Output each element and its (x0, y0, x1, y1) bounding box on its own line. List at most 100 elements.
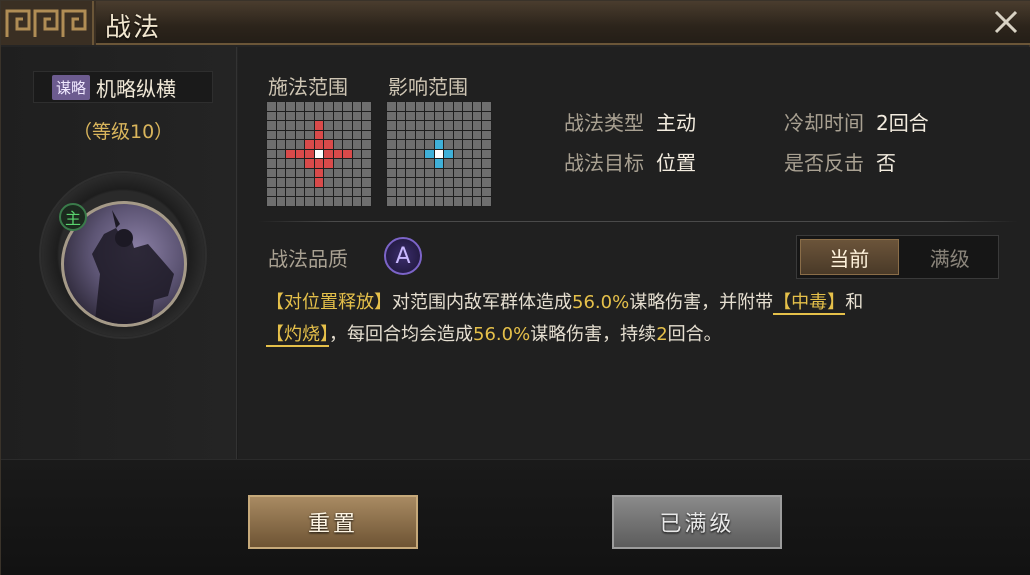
grid-cell (444, 121, 453, 130)
grid-cell (352, 159, 362, 168)
maxed-button[interactable]: 已满级 (612, 495, 782, 549)
reset-button[interactable]: 重置 (248, 495, 418, 549)
grid-cell (387, 168, 396, 178)
grid-cell (406, 140, 415, 149)
grid-cell (472, 197, 482, 206)
grid-cell (463, 187, 472, 197)
grid-cell (295, 102, 305, 111)
grid-cell (362, 178, 371, 187)
grid-cell (434, 140, 444, 149)
grid-cell (444, 159, 453, 168)
grid-cell (406, 102, 415, 111)
grid-cell (286, 197, 295, 206)
grid-cell (324, 111, 333, 121)
grid-cell (406, 168, 415, 178)
grid-cell (444, 197, 453, 206)
window-title: 战法 (105, 13, 162, 43)
cast-range-grid (266, 101, 372, 207)
grid-cell (425, 140, 434, 149)
status-link-burn[interactable]: 【灼烧】 (266, 324, 329, 347)
grid-cell (415, 197, 425, 206)
grid-cell (305, 140, 314, 149)
grid-cell (286, 111, 295, 121)
grid-cell (276, 140, 286, 149)
grid-cell (286, 187, 295, 197)
grid-cell (276, 187, 286, 197)
grid-cell (267, 102, 276, 111)
grid-cell (286, 159, 295, 168)
grid-cell (295, 178, 305, 187)
grid-cell (333, 168, 343, 178)
grid-cell (472, 159, 482, 168)
skill-target-value: 位置 (656, 151, 696, 175)
grid-cell (305, 121, 314, 130)
grid-cell (343, 178, 352, 187)
grid-cell (295, 140, 305, 149)
grid-cell (482, 159, 491, 168)
grid-cell (387, 178, 396, 187)
grid-cell (444, 187, 453, 197)
grid-cell (406, 121, 415, 130)
grid-cell (434, 121, 444, 130)
desc-damage-rate: 56.0% (473, 324, 531, 345)
grid-cell (444, 102, 453, 111)
grid-cell (305, 178, 314, 187)
status-link-poison[interactable]: 【中毒】 (773, 292, 846, 315)
desc-text: 谋略伤害，并附带 (629, 292, 774, 313)
grid-cell (314, 159, 324, 168)
toggle-current[interactable]: 当前 (800, 239, 899, 275)
grid-cell (362, 149, 371, 159)
grid-cell (463, 102, 472, 111)
desc-text: ，每回合均会造成 (329, 324, 473, 345)
grid-cell (387, 140, 396, 149)
grid-cell (453, 140, 463, 149)
skill-type-row: 战法类型 主动 (564, 107, 696, 136)
skill-type-value: 主动 (656, 111, 696, 135)
grid-cell (453, 130, 463, 140)
grid-cell (324, 187, 333, 197)
grid-cell (295, 149, 305, 159)
grid-cell (425, 197, 434, 206)
desc-text: 对范围内敌军群体造成 (392, 292, 572, 313)
skill-level: （等级10） (73, 121, 174, 143)
grid-cell (453, 149, 463, 159)
grid-cell (343, 130, 352, 140)
grid-cell (276, 178, 286, 187)
grid-cell (463, 197, 472, 206)
close-icon[interactable] (991, 7, 1021, 37)
grid-cell (267, 121, 276, 130)
grid-cell (472, 178, 482, 187)
grid-cell (463, 140, 472, 149)
grid-cell (472, 111, 482, 121)
grid-cell (343, 102, 352, 111)
grid-cell (453, 121, 463, 130)
grid-cell (396, 168, 406, 178)
skill-type-tag: 谋略 (52, 74, 91, 100)
grid-cell (396, 130, 406, 140)
grid-cell (343, 111, 352, 121)
grid-cell (453, 111, 463, 121)
grid-cell (415, 102, 425, 111)
grid-cell (324, 178, 333, 187)
grid-cell (444, 149, 453, 159)
grid-cell (362, 121, 371, 130)
grid-cell (352, 111, 362, 121)
grid-cell (396, 178, 406, 187)
grid-cell (472, 140, 482, 149)
grid-cell (434, 187, 444, 197)
grid-cell (463, 121, 472, 130)
grid-cell (453, 102, 463, 111)
grid-cell (434, 178, 444, 187)
toggle-max[interactable]: 满级 (902, 236, 999, 278)
grid-cell (425, 168, 434, 178)
grid-cell (314, 121, 324, 130)
grid-cell (352, 168, 362, 178)
grid-cell (305, 149, 314, 159)
grid-cell (396, 102, 406, 111)
quality-grade-badge: A (384, 237, 422, 275)
grid-cell (444, 178, 453, 187)
grid-cell (362, 197, 371, 206)
grid-cell (415, 121, 425, 130)
grid-cell (396, 187, 406, 197)
grid-cell (425, 159, 434, 168)
